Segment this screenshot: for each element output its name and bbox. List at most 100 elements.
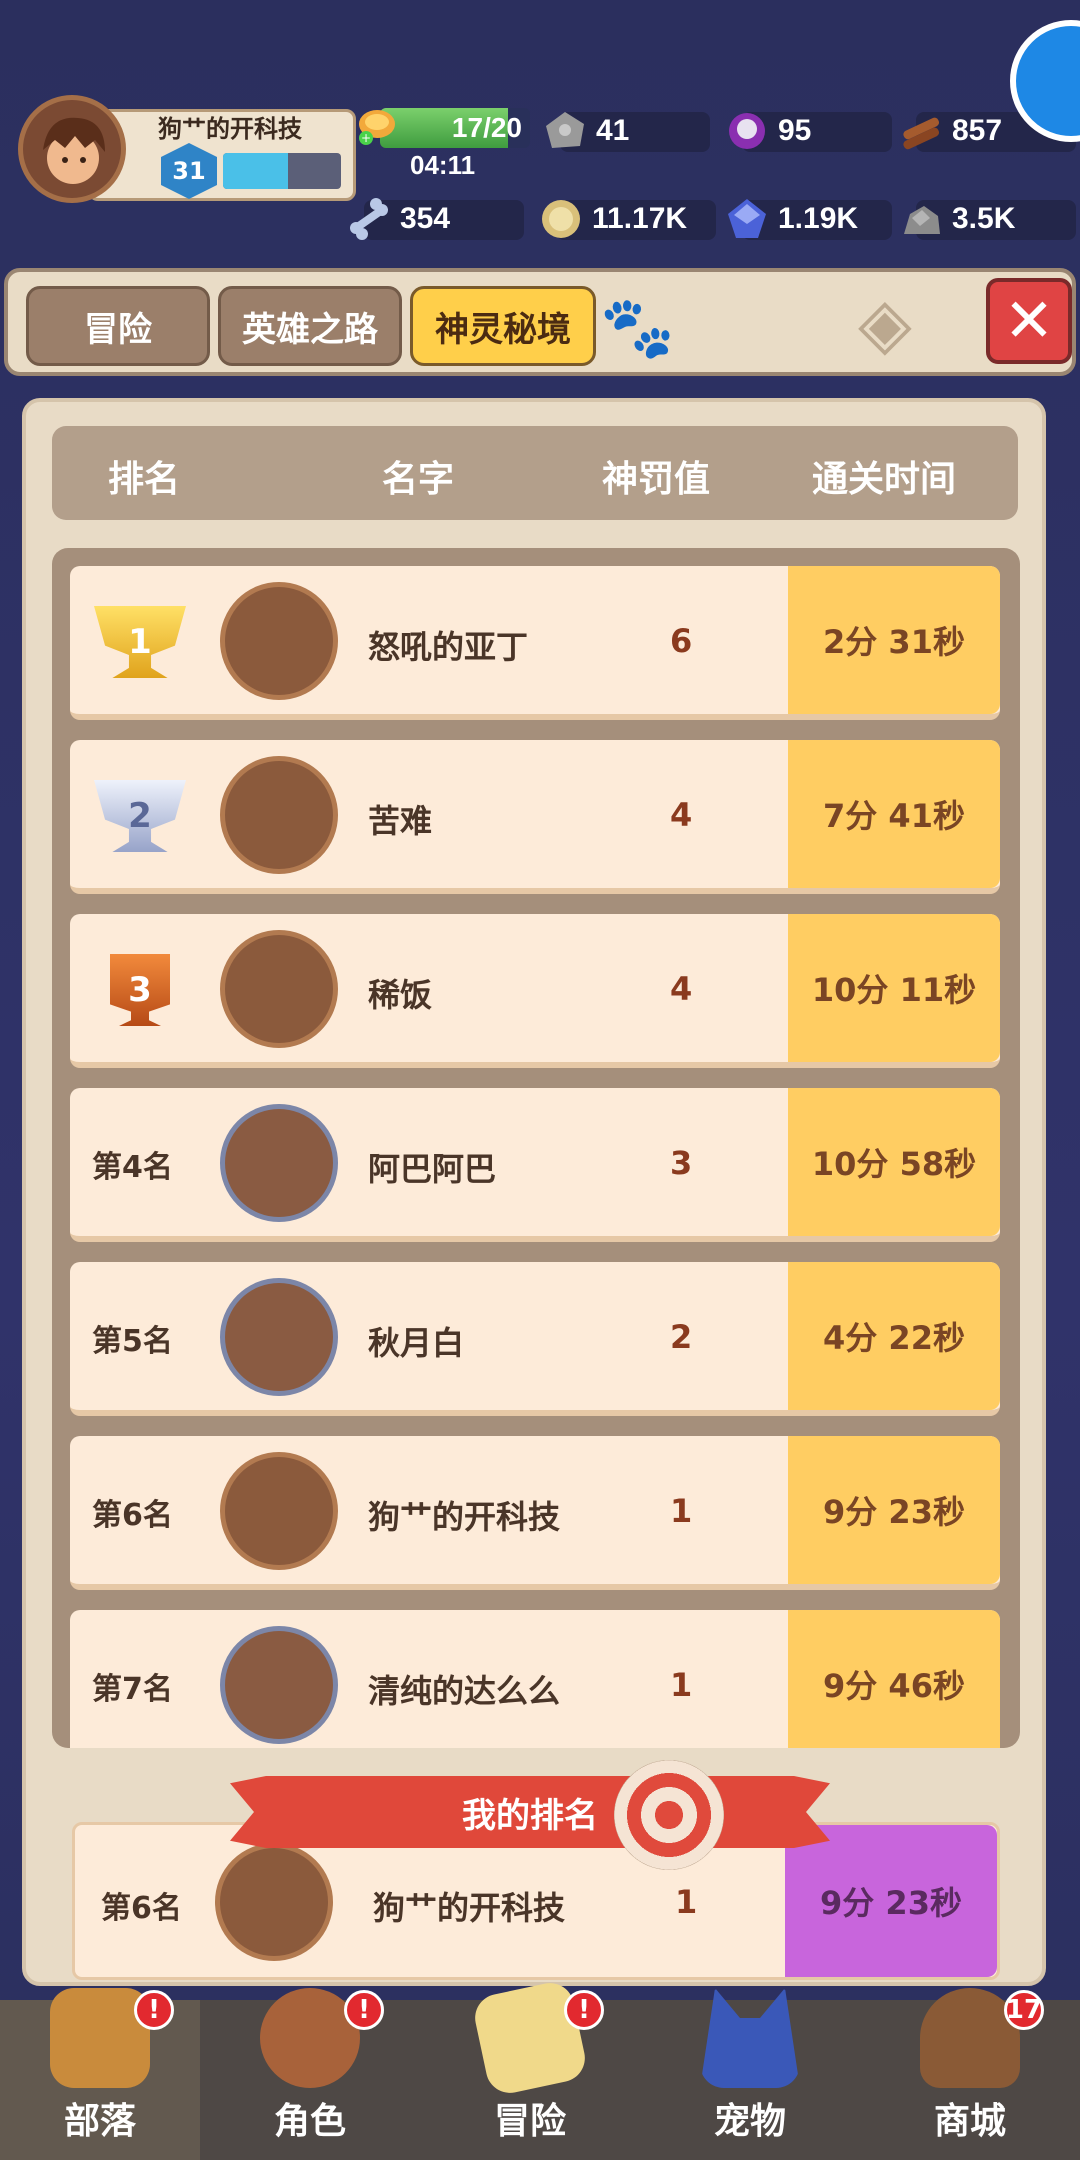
player-name: 稀饭	[368, 976, 433, 1014]
bone-resource[interactable]: 354	[344, 196, 524, 242]
player-level-badge: 31	[161, 143, 221, 203]
avatar	[220, 1452, 338, 1570]
ore-resource[interactable]: 3.5K	[896, 196, 1076, 242]
rank-label: 第6名	[92, 1498, 173, 1533]
avatar	[220, 1278, 338, 1396]
rank-label: 第5名	[92, 1324, 173, 1359]
player-name: 秋月白	[368, 1324, 465, 1362]
tab-divine-realm[interactable]: 神灵秘境	[410, 286, 596, 366]
ranking-list[interactable]: 1 怒吼的亚丁 6 2分 31秒 2 苦难 4 7分 41秒 3 稀饭 4 10…	[52, 548, 1020, 1748]
clear-time: 9分 23秒	[785, 1825, 997, 1977]
rank-label: 第4名	[92, 1150, 173, 1185]
rank-label: 第7名	[92, 1672, 173, 1707]
clear-time: 10分 58秒	[788, 1088, 1000, 1236]
penalty-value: 1	[670, 1492, 693, 1530]
paw-decoration-icon: 🐾	[600, 293, 675, 363]
coin-value: 11.17K	[592, 202, 688, 235]
penalty-value: 4	[670, 970, 693, 1008]
table-row[interactable]: 3 稀饭 4 10分 11秒	[70, 914, 1000, 1068]
table-row[interactable]: 第7名 清纯的达么么 1 9分 46秒	[70, 1610, 1000, 1748]
nav-shop[interactable]: 17 商城	[870, 1988, 1070, 2160]
header-time: 通关时间	[812, 459, 957, 500]
player-profile[interactable]: 狗艹的开科技 31	[18, 95, 356, 203]
stamina-value: 17/20	[451, 112, 522, 143]
notification-badge: !	[344, 1990, 384, 2030]
clear-time: 4分 22秒	[788, 1262, 1000, 1410]
nav-label: 角色	[273, 2101, 346, 2142]
table-row[interactable]: 1 怒吼的亚丁 6 2分 31秒	[70, 566, 1000, 720]
blue-gem-icon	[722, 194, 772, 244]
svg-text:+: +	[361, 131, 371, 145]
notification-badge: !	[564, 1990, 604, 2030]
table-row[interactable]: 第5名 秋月白 2 4分 22秒	[70, 1262, 1000, 1416]
penalty-value: 1	[670, 1666, 693, 1704]
orb-resource[interactable]: 95	[722, 108, 892, 154]
ore-value: 3.5K	[952, 202, 1016, 235]
stone-resource[interactable]: 41	[540, 108, 710, 154]
header-penalty: 神罚值	[602, 459, 711, 500]
table-row[interactable]: 2 苦难 4 7分 41秒	[70, 740, 1000, 894]
penalty-value: 4	[670, 796, 693, 834]
gem-resource[interactable]: 1.19K	[722, 196, 892, 242]
clear-time: 2分 31秒	[788, 566, 1000, 714]
avatar	[220, 582, 338, 700]
player-name: 狗艹的开科技	[373, 1889, 566, 1927]
player-name: 狗艹的开科技	[158, 115, 302, 143]
stamina-timer: 04:11	[410, 150, 476, 180]
avatar	[220, 1104, 338, 1222]
avatar	[220, 756, 338, 874]
pet-wolf-icon	[700, 1988, 800, 2088]
orb-value: 95	[778, 114, 812, 147]
xp-bar	[223, 153, 341, 189]
coin-resource[interactable]: 11.17K	[536, 196, 716, 242]
stamina-meat-icon: +	[352, 100, 402, 150]
clear-time: 7分 41秒	[788, 740, 1000, 888]
purple-orb-icon	[722, 106, 772, 156]
player-level: 31	[172, 157, 206, 185]
table-row[interactable]: 第4名 阿巴阿巴 3 10分 58秒	[70, 1088, 1000, 1242]
nav-adventure[interactable]: ! 冒险	[430, 1978, 630, 2160]
player-name: 怒吼的亚丁	[368, 628, 529, 666]
player-name: 阿巴阿巴	[368, 1150, 497, 1188]
player-name: 清纯的达么么	[368, 1672, 561, 1710]
stamina-add-button[interactable]: +	[352, 102, 395, 148]
wood-logs-icon	[896, 106, 946, 156]
tab-hero-road[interactable]: 英雄之路	[218, 286, 402, 366]
bone-icon	[344, 194, 394, 244]
stone-coin-icon	[536, 194, 586, 244]
player-avatar[interactable]	[18, 95, 126, 203]
penalty-value: 6	[670, 622, 693, 660]
mask-decoration-icon: ◈	[858, 282, 912, 364]
notification-badge: 17	[1004, 1990, 1044, 2030]
nav-tribe[interactable]: ! 部落	[0, 1988, 200, 2160]
penalty-value: 2	[670, 1318, 693, 1356]
notification-badge: !	[134, 1990, 174, 2030]
wood-value: 857	[952, 114, 1003, 147]
avatar	[220, 930, 338, 1048]
ore-rock-icon	[896, 194, 946, 244]
nav-pet[interactable]: 宠物	[650, 1988, 850, 2160]
target-icon	[614, 1760, 724, 1870]
clear-time: 9分 46秒	[788, 1610, 1000, 1748]
penalty-value: 1	[675, 1883, 698, 1921]
bone-value: 354	[400, 202, 451, 235]
silver-trophy-icon: 2	[94, 780, 186, 852]
my-rank-banner: 我的排名	[230, 1776, 830, 1848]
avatar	[215, 1843, 333, 1961]
gold-trophy-icon: 1	[94, 606, 186, 678]
tab-adventure[interactable]: 冒险	[26, 286, 210, 366]
table-row[interactable]: 第6名 狗艹的开科技 1 9分 23秒	[70, 1436, 1000, 1590]
stone-icon	[540, 106, 590, 156]
nav-character[interactable]: ! 角色	[210, 1988, 410, 2160]
stone-value: 41	[596, 114, 630, 147]
avatar	[220, 1626, 338, 1744]
clear-time: 9分 23秒	[788, 1436, 1000, 1584]
header-name: 名字	[382, 459, 455, 500]
close-button[interactable]: ✕	[986, 278, 1072, 364]
nav-label: 冒险	[493, 2101, 566, 2142]
nav-label: 部落	[63, 2101, 136, 2142]
penalty-value: 3	[670, 1144, 693, 1182]
player-name: 苦难	[368, 802, 433, 840]
rank-label: 第6名	[101, 1891, 182, 1926]
player-name: 狗艹的开科技	[368, 1498, 561, 1536]
